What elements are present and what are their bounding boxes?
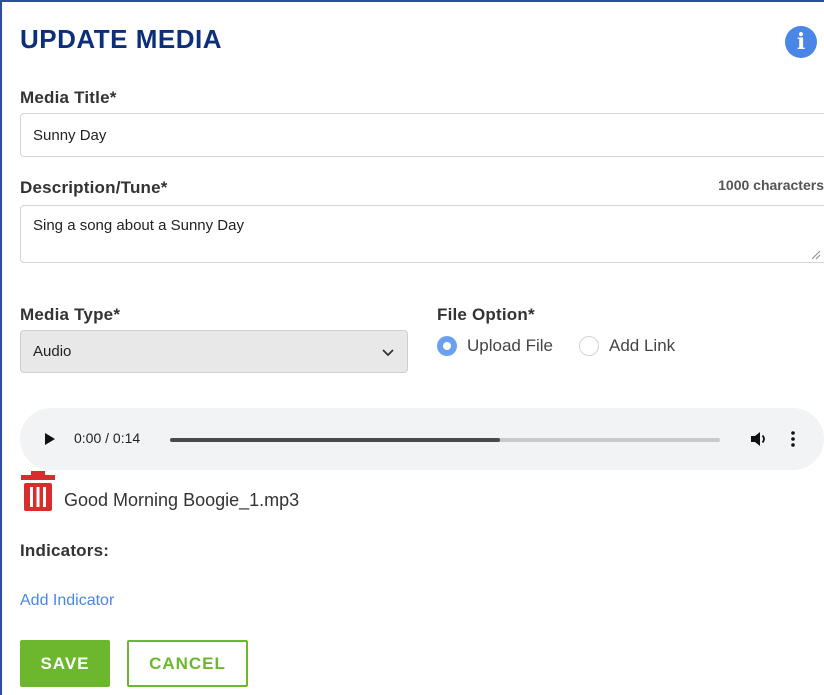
chevron-down-icon bbox=[382, 348, 394, 356]
save-button[interactable]: SAVE bbox=[20, 640, 110, 687]
upload-file-radio[interactable] bbox=[437, 336, 457, 356]
file-option-label: File Option* bbox=[437, 305, 535, 324]
info-icon[interactable]: i bbox=[785, 26, 817, 58]
page-title: UPDATE MEDIA bbox=[20, 24, 222, 54]
media-type-label: Media Type* bbox=[20, 305, 121, 324]
file-option-group: Upload File Add Link bbox=[437, 336, 675, 356]
more-options-icon[interactable] bbox=[790, 430, 796, 448]
media-title-label: Media Title* bbox=[20, 88, 117, 107]
media-type-select[interactable]: Audio bbox=[20, 330, 408, 373]
volume-icon[interactable] bbox=[750, 430, 768, 448]
audio-time: 0:00 / 0:14 bbox=[74, 430, 141, 446]
play-icon[interactable] bbox=[45, 433, 55, 445]
description-label: Description/Tune* bbox=[20, 178, 168, 197]
add-link-label[interactable]: Add Link bbox=[609, 336, 675, 356]
uploaded-file-name: Good Morning Boogie_1.mp3 bbox=[64, 490, 300, 510]
trash-icon[interactable] bbox=[20, 471, 56, 511]
audio-player: 0:00 / 0:14 bbox=[20, 408, 824, 470]
media-title-input[interactable] bbox=[20, 113, 824, 157]
cancel-button[interactable]: CANCEL bbox=[127, 640, 248, 687]
media-type-value: Audio bbox=[33, 343, 72, 360]
upload-file-label[interactable]: Upload File bbox=[467, 336, 553, 356]
audio-seek-bar[interactable] bbox=[170, 438, 720, 442]
add-link-radio[interactable] bbox=[579, 336, 599, 356]
audio-progress-fill bbox=[170, 438, 500, 442]
resize-handle-icon[interactable] bbox=[811, 250, 821, 260]
indicators-label: Indicators: bbox=[20, 541, 110, 560]
description-textarea[interactable]: Sing a song about a Sunny Day bbox=[20, 205, 824, 263]
add-indicator-link[interactable]: Add Indicator bbox=[20, 592, 114, 610]
character-limit-text: 1000 characters bbox=[718, 177, 824, 193]
